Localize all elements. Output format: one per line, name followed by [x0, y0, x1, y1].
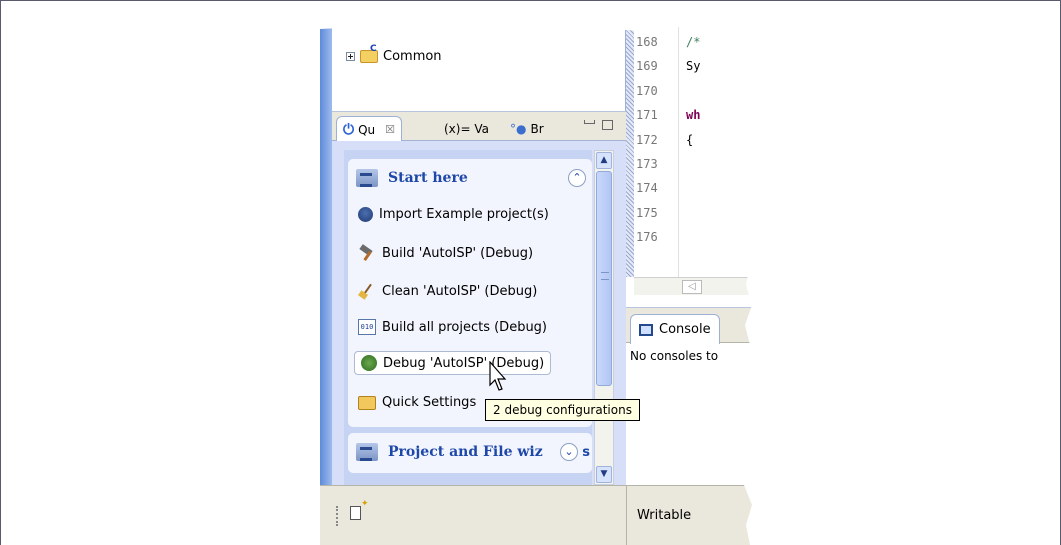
project-wizards-trailing: s — [582, 445, 590, 460]
gutter-separator — [678, 25, 679, 277]
hammer-icon — [358, 245, 376, 261]
project-wizards-section: Project and File wiz ⌄ s — [348, 433, 592, 473]
code-line: /* — [686, 35, 701, 49]
project-wizards-title: Project and File wiz — [388, 444, 543, 460]
scroll-grip — [601, 272, 609, 280]
line-number: 173 — [636, 156, 658, 171]
binary-icon: 010 — [358, 319, 376, 335]
tab-console-label: Console — [659, 322, 711, 337]
project-wizards-header[interactable]: Project and File wiz — [356, 443, 543, 461]
item-label: Import Example project(s) — [379, 207, 549, 222]
broom-icon — [358, 283, 376, 299]
debug-item[interactable]: Debug 'AutoISP' (Debug) — [354, 351, 552, 375]
build-item[interactable]: Build 'AutoISP' (Debug) — [358, 245, 533, 261]
item-label: Build 'AutoISP' (Debug) — [382, 245, 534, 261]
item-label: Quick Settings — [382, 395, 477, 410]
writable-status: Writable — [637, 508, 692, 523]
expand-icon[interactable] — [346, 52, 355, 61]
item-label: Clean 'AutoISP' (Debug) — [382, 283, 538, 299]
line-number: 171 — [636, 108, 658, 123]
tab-variables[interactable]: (x)= Va — [438, 116, 495, 142]
tab-console[interactable]: Console — [630, 314, 720, 344]
collapse-up-icon[interactable]: ⌃ — [568, 169, 586, 187]
ide-screenshot: Common ⏻ Qu ☒ (x)= Va °● Br Star — [320, 25, 770, 545]
line-number: 176 — [636, 230, 658, 245]
mouse-cursor-icon — [489, 361, 507, 391]
tab-breakpoints-label: Br — [530, 122, 544, 136]
maximize-button[interactable] — [602, 120, 613, 130]
close-icon[interactable]: ☒ — [385, 123, 395, 136]
window-edge — [320, 25, 332, 485]
line-number: 174 — [636, 181, 658, 196]
tab-quickstart-label: Qu — [358, 122, 376, 137]
item-label: Debug 'AutoISP' (Debug) — [383, 355, 545, 371]
code-line: { — [686, 132, 694, 147]
start-here-title: Start here — [388, 170, 468, 186]
line-number: 168 — [636, 35, 658, 49]
view-tab-bar: ⏻ Qu ☒ (x)= Va °● Br — [332, 111, 626, 142]
console-message: No consoles to — [630, 349, 719, 363]
tab-quickstart[interactable]: ⏻ Qu ☒ — [336, 116, 403, 142]
expand-down-icon[interactable]: ⌄ — [560, 443, 578, 461]
scroll-left-button[interactable]: ◁ — [682, 280, 702, 294]
frame-left-border — [0, 0, 1, 545]
breakpoints-icon: °● — [510, 122, 527, 136]
code-line: Sy — [686, 59, 701, 74]
line-numbers: 168 169 170 171 172 173 174 175 176 — [636, 35, 676, 255]
bug-icon — [361, 355, 377, 371]
monitor-icon — [639, 323, 653, 336]
item-label: Build all projects (Debug) — [382, 319, 548, 335]
scroll-up-button[interactable]: ▲ — [596, 152, 612, 169]
section-logo-icon — [356, 169, 378, 187]
clean-item[interactable]: Clean 'AutoISP' (Debug) — [358, 283, 537, 299]
torn-right-edge — [744, 25, 770, 545]
minimize-button[interactable] — [584, 120, 595, 124]
status-bar-left — [320, 485, 626, 545]
line-number: 170 — [636, 83, 658, 98]
code-editor[interactable]: /* Sy wh { — [686, 35, 700, 157]
quick-settings-icon — [358, 395, 376, 410]
tab-variables-label: (x)= Va — [444, 122, 489, 136]
import-example-item[interactable]: Import Example project(s) — [358, 207, 549, 222]
vertical-scrollbar[interactable]: ▲ ▼ — [594, 150, 614, 485]
code-line: wh — [686, 108, 701, 123]
bulb-icon — [358, 207, 373, 222]
line-number: 175 — [636, 205, 658, 220]
section-logo-icon — [356, 443, 378, 461]
editor-ruler — [626, 25, 634, 277]
new-view-icon[interactable] — [350, 499, 369, 520]
quick-settings-item[interactable]: Quick Settings — [358, 395, 476, 410]
power-icon: ⏻ — [343, 121, 355, 138]
left-column: Common ⏻ Qu ☒ (x)= Va °● Br Star — [320, 25, 626, 545]
frame-top-border — [0, 0, 1061, 1]
tree-node-common[interactable]: Common — [346, 44, 442, 64]
torn-top-edge — [320, 25, 760, 31]
line-number: 169 — [636, 59, 658, 74]
start-here-section: Start here ⌃ Import Example project(s) B… — [348, 159, 592, 427]
folder-icon — [360, 44, 378, 63]
tooltip: 2 debug configurations — [485, 399, 640, 421]
tab-breakpoints[interactable]: °● Br — [504, 116, 550, 142]
toolbar-grip[interactable] — [336, 506, 339, 526]
project-tree: Common — [332, 25, 626, 111]
line-number: 172 — [636, 132, 658, 147]
scroll-thumb[interactable] — [596, 171, 612, 386]
start-here-header[interactable]: Start here — [356, 169, 468, 187]
tree-node-label: Common — [383, 49, 442, 64]
build-all-item[interactable]: 010 Build all projects (Debug) — [358, 319, 547, 335]
scroll-down-button[interactable]: ▼ — [596, 466, 612, 483]
